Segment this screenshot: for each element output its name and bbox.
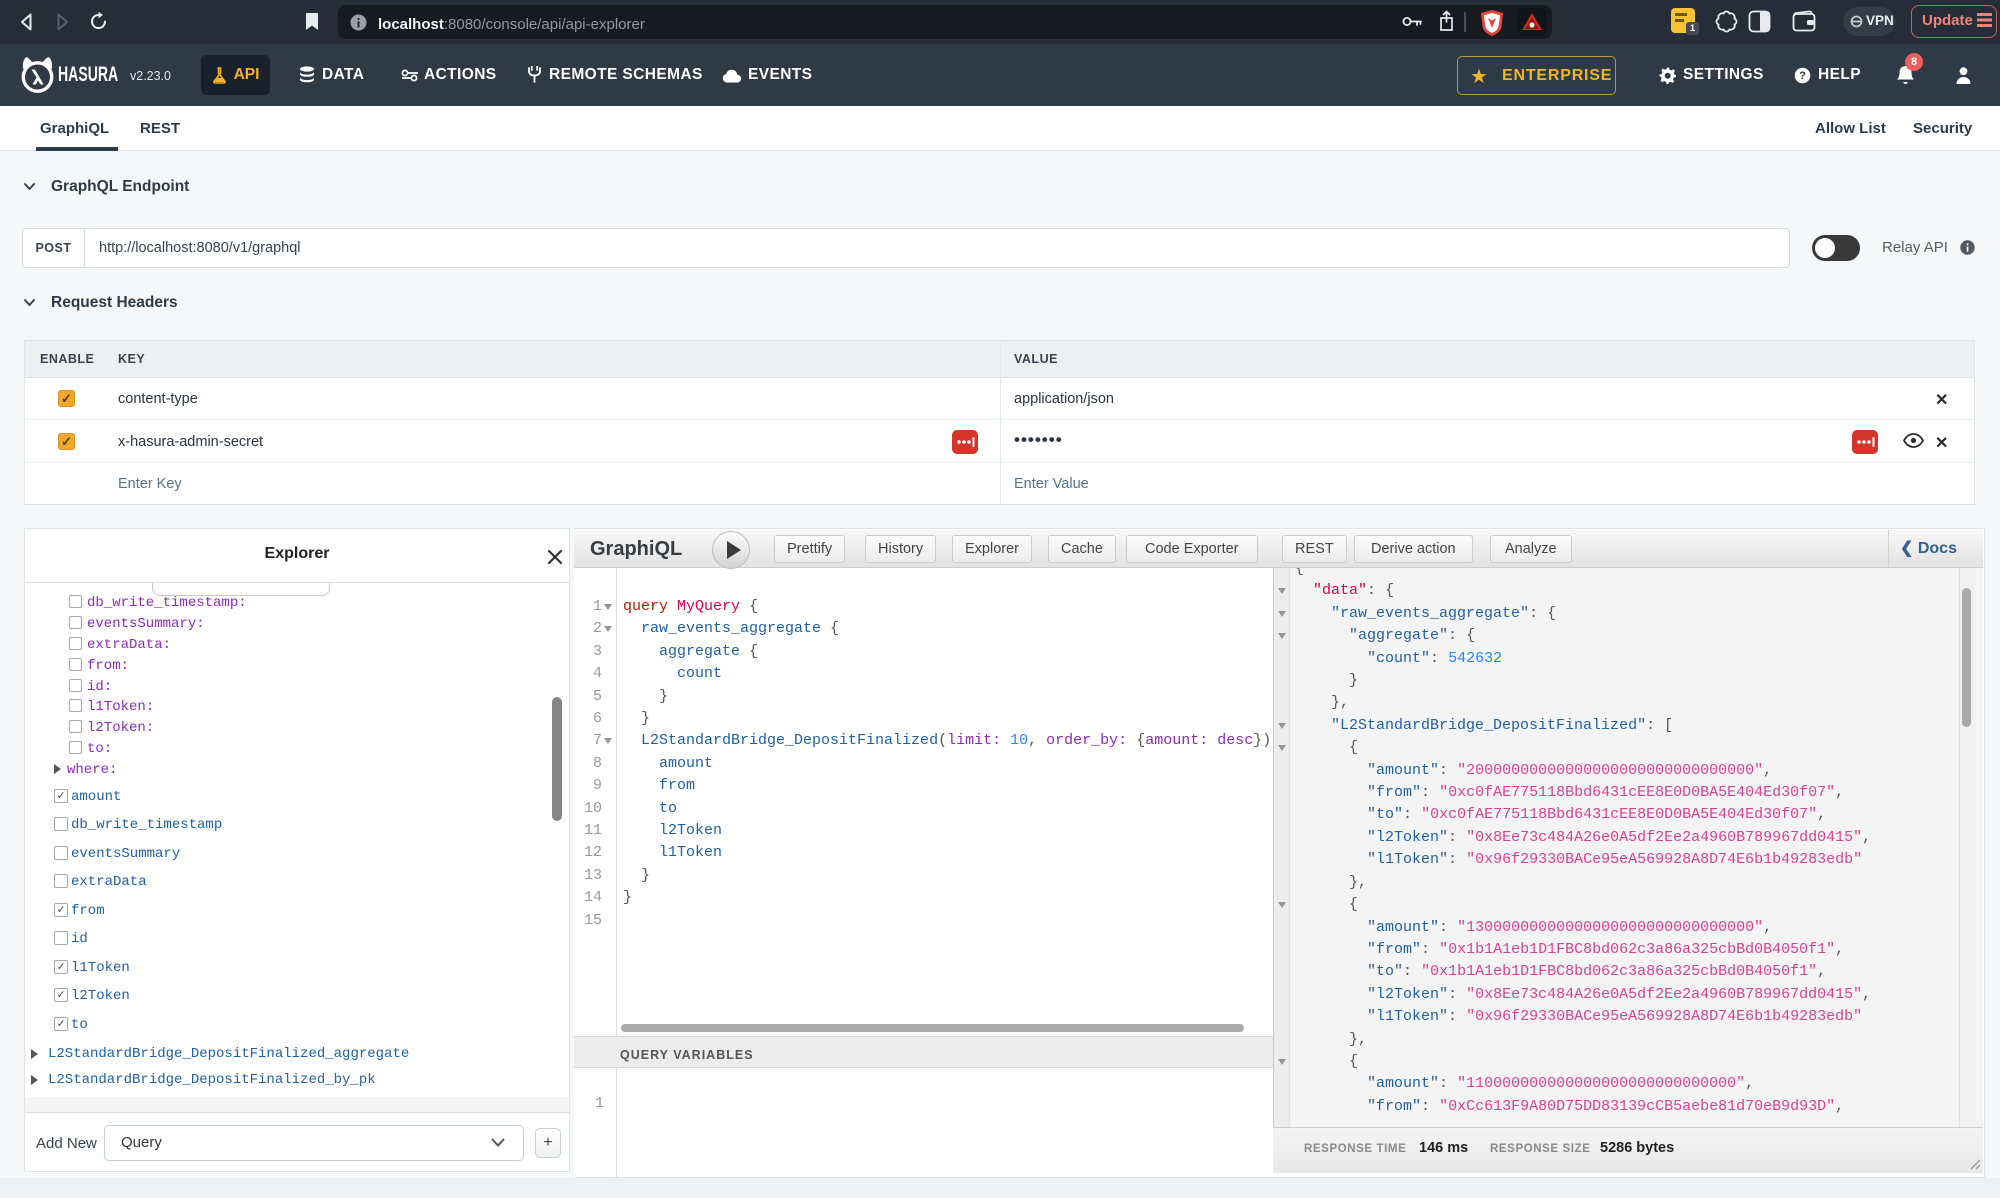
svg-text:?: ? [1799, 70, 1806, 82]
